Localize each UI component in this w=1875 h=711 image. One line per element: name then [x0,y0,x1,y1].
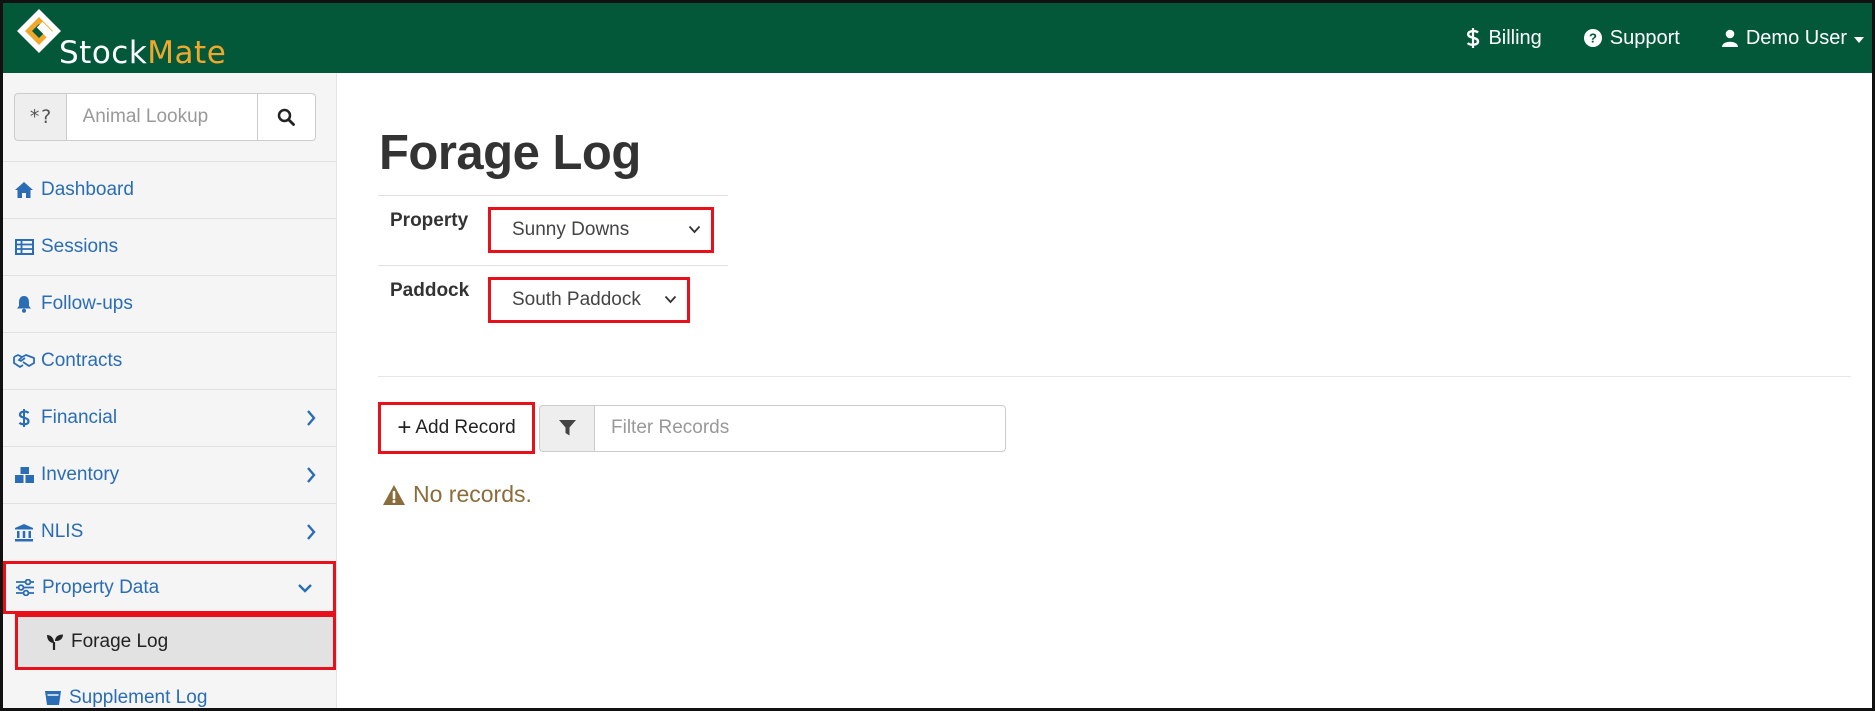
app-window: StockMate Billing ? Support Demo User *?… [0,0,1875,711]
table-icon [14,239,34,255]
nav-support-label: Support [1609,26,1680,49]
sidebar-item-label: Follow-ups [41,293,133,314]
filter-addon [539,404,594,452]
question-circle-icon: ? [1583,29,1602,47]
sidebar-item-inventory[interactable]: Inventory [3,446,336,503]
records-toolbar: + Add Record [378,402,1006,454]
nav-billing-label: Billing [1488,26,1542,49]
sidebar-item-label: Contracts [41,350,123,371]
nav-user-menu[interactable]: Demo User [1721,26,1864,50]
sidebar-item-label: Sessions [41,236,119,257]
lookup-wildcard-addon[interactable]: *? [14,93,66,141]
plus-icon: + [397,414,412,441]
property-filter-row: Property Sunny Downs [378,195,728,265]
paddock-select[interactable]: South Paddock [488,277,690,323]
nav-billing[interactable]: Billing [1466,26,1542,50]
sidebar-item-contracts[interactable]: Contracts [3,332,336,389]
caret-down-icon [1854,36,1864,43]
seedling-icon [47,634,63,650]
property-label: Property [390,210,469,231]
sidebar-item-label: Dashboard [41,179,134,200]
sidebar-item-label: Inventory [41,464,120,485]
filter-records-input[interactable] [594,404,1006,452]
sidebar-subitem-supplement-log[interactable]: Supplement Log [3,670,336,708]
filter-icon [558,420,576,436]
nav-support[interactable]: ? Support [1583,26,1680,50]
handshake-icon [13,354,35,368]
sidebar-item-follow-ups[interactable]: Follow-ups [3,275,336,332]
chevron-down-icon [298,583,312,593]
trough-icon [45,690,61,705]
paddock-filter-row: Paddock South Paddock [378,265,728,335]
sidebar-item-label: Property Data [42,576,160,598]
sidebar-subitem-label: Supplement Log [69,686,208,708]
bell-icon [17,296,31,313]
bank-icon [15,523,33,541]
brand-name-part1: Stock [59,35,148,71]
top-navbar: StockMate Billing ? Support Demo User [3,3,1872,73]
chevron-right-icon [307,410,316,426]
sidebar-menu: Dashboard Sessions Follow-ups Contracts … [3,161,336,708]
filter-table: Property Sunny Downs Paddock South Paddo… [378,195,728,335]
paddock-select-value: South Paddock [512,289,641,310]
nav-user-label: Demo User [1745,26,1847,49]
property-select-value: Sunny Downs [512,219,630,240]
search-icon [278,108,296,126]
empty-state: No records. [382,481,532,508]
dollar-icon [18,409,30,427]
sidebar-item-sessions[interactable]: Sessions [3,218,336,275]
sidebar-item-label: Financial [41,407,118,428]
chevron-right-icon [307,524,316,540]
filter-records-group [539,404,1006,452]
brand-name-part2: Mate [147,35,227,71]
sidebar-item-property-data[interactable]: Property Data [3,561,336,614]
animal-lookup: *? [14,93,316,141]
dollar-icon [1467,28,1480,48]
divider [378,376,1851,377]
brand-name: StockMate [59,35,226,71]
warning-icon [383,484,405,505]
sidebar: *? Dashboard Sessions Follow-ups [3,73,337,708]
sidebar-item-label: NLIS [41,521,84,542]
sidebar-subitem-forage-log[interactable]: Forage Log [15,614,336,670]
chevron-down-icon [664,295,677,304]
home-icon [15,182,33,198]
empty-message: No records. [413,481,532,507]
add-record-button[interactable]: + Add Record [378,402,535,454]
boxes-icon [14,467,34,483]
property-select[interactable]: Sunny Downs [488,207,714,253]
navbar-right: Billing ? Support Demo User [1466,3,1872,73]
sidebar-subitem-label: Forage Log [71,631,169,652]
sidebar-item-nlis[interactable]: NLIS [3,503,336,560]
svg-text:?: ? [1589,31,1597,46]
sidebar-item-dashboard[interactable]: Dashboard [3,161,336,218]
add-record-label: Add Record [415,417,516,438]
sidebar-item-financial[interactable]: Financial [3,389,336,446]
lookup-search-button[interactable] [257,93,316,141]
chevron-right-icon [307,467,316,483]
chevron-down-icon [688,225,701,234]
paddock-label: Paddock [390,280,470,301]
main-content: Forage Log Property Sunny Downs Paddock … [337,73,1872,708]
user-icon [1721,29,1738,47]
animal-lookup-input[interactable] [65,93,258,141]
sliders-icon [16,579,34,596]
page-title: Forage Log [379,126,641,180]
